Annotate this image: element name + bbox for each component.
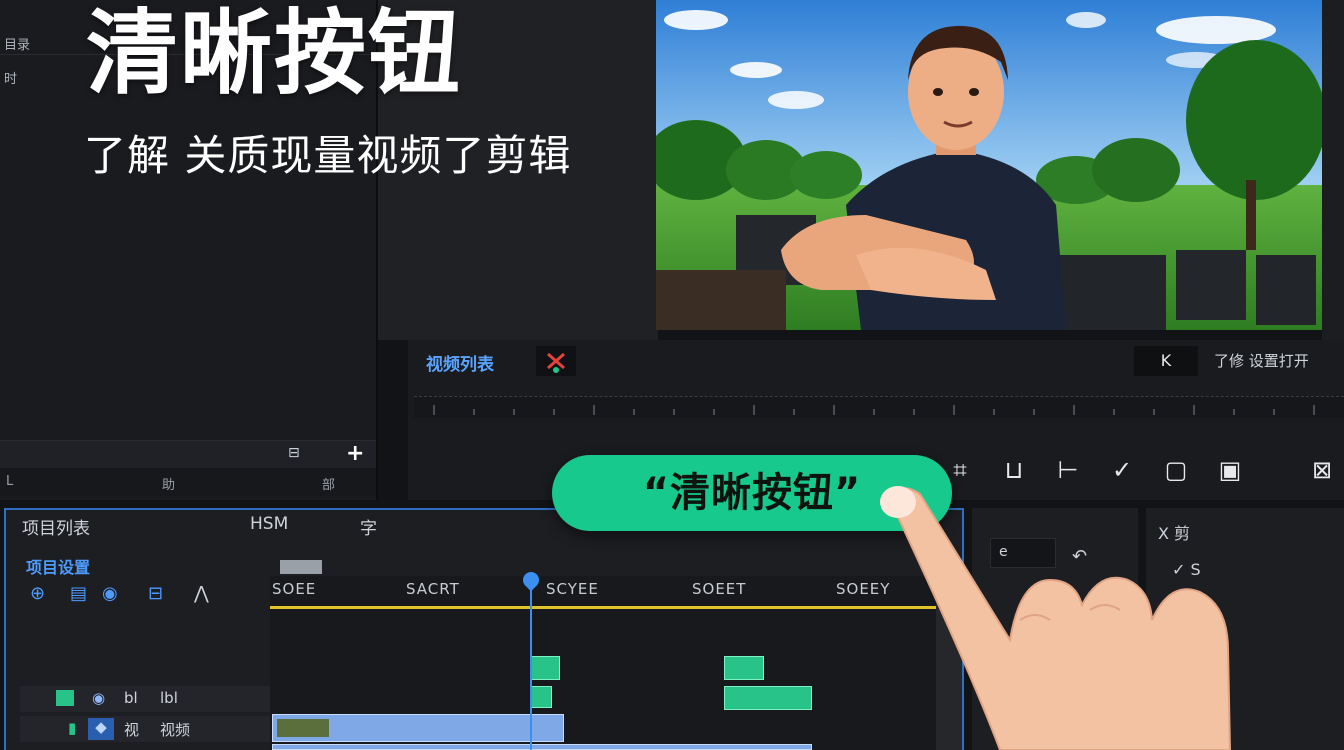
clip-thumbnail [277, 719, 329, 737]
timeline-clip[interactable] [530, 686, 552, 708]
ruler-label: SACRT [406, 580, 460, 598]
add-track-icon[interactable]: ⊕ [30, 583, 45, 604]
grid-icon[interactable]: ⊟ [288, 445, 300, 461]
track-name: 视 [124, 721, 140, 739]
video-preview[interactable] [656, 0, 1322, 330]
eye-icon[interactable]: ◉ [92, 689, 105, 707]
timeline-header-2[interactable]: HSM [250, 514, 288, 534]
timeline-clip[interactable] [530, 656, 560, 680]
timeline-clip[interactable] [724, 656, 764, 680]
preview-ruler[interactable] [414, 396, 1344, 418]
video-clip[interactable] [272, 714, 564, 742]
add-media-button[interactable]: + [346, 441, 364, 466]
ruler-label: SOEE [272, 580, 317, 598]
preview-frame-image [656, 0, 1322, 330]
ruler-label: SCYEE [546, 580, 599, 598]
timeline-ruler[interactable]: SOEE SACRT SCYEE SOEET SOEEY [270, 576, 936, 606]
remove-icon[interactable]: ⊟ [148, 583, 163, 604]
timeline-header-3[interactable]: 字 [360, 514, 377, 539]
lock-icon[interactable]: ▮ [68, 719, 76, 737]
ruler-label: SOEET [692, 580, 747, 598]
tab-left-2[interactable]: 助 [162, 474, 175, 493]
work-area-bar[interactable] [280, 560, 322, 574]
track-label: lbl [160, 689, 178, 707]
media-panel-label-2[interactable]: 时 [0, 62, 60, 88]
mute-toggle-icon[interactable] [56, 690, 74, 706]
ripple-icon[interactable]: ⋀ [194, 583, 209, 604]
track-header-audio[interactable]: ◉ bl lbl [20, 686, 270, 712]
media-panel-tabs: L 助 部 [0, 468, 376, 496]
tab-left-1[interactable]: L [6, 474, 13, 489]
timeline-header[interactable]: 项目列表 [22, 514, 90, 539]
transport-label[interactable]: 视频列表 [426, 350, 494, 375]
track-label: 视频 [160, 721, 191, 739]
transport-settings-text[interactable]: 了修 设置打开 [1214, 350, 1309, 371]
track-header-video[interactable]: ▮ ◆ 视 视频 [20, 716, 270, 742]
video-clip[interactable] [272, 744, 812, 750]
media-panel-label-1[interactable]: 目录 [0, 28, 60, 54]
overlay-title: 清晰按钮 [86, 0, 463, 107]
list-icon[interactable]: ▤ [70, 583, 87, 604]
track-name: bl [124, 689, 138, 707]
zoom-toggle-button[interactable]: K [1134, 346, 1198, 376]
in-out-range[interactable] [270, 606, 936, 609]
tab-left-3[interactable]: 部 [322, 474, 335, 493]
overlay-subtitle: 了解 关质现量视频了剪辑 [84, 131, 572, 180]
playhead[interactable] [530, 576, 532, 750]
timeline-tools: ⊕ ▤ ◉ ⊟ ⋀ [30, 583, 240, 607]
timeline-clip[interactable] [724, 686, 812, 710]
media-panel-toolbar: ⊟ + [0, 440, 376, 468]
preview-side-panel [1322, 0, 1344, 340]
record-icon[interactable]: ◉ [102, 583, 118, 604]
pointing-hand-icon [860, 470, 1344, 750]
marker-icon[interactable] [536, 346, 576, 376]
visibility-icon[interactable]: ◆ [88, 718, 114, 740]
timeline-project-label[interactable]: 项目设置 [26, 554, 90, 578]
